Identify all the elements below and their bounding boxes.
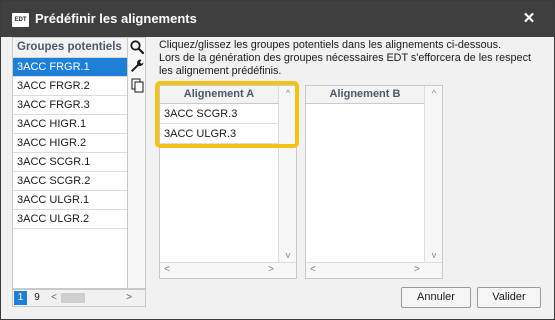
scroll-left-arrow[interactable]: < [310, 264, 316, 275]
page-current[interactable]: 1 [14, 291, 27, 305]
title-bar: EDT Prédéfinir les alignements ✕ [1, 1, 554, 37]
alignment-a-vertical-scrollbar[interactable]: ^ v [278, 86, 296, 262]
instruction-line-3: les alignement prédéfinis. [159, 65, 282, 77]
scroll-down-arrow[interactable]: v [279, 250, 297, 260]
alignment-b-header: Alignement B [306, 86, 424, 104]
validate-button[interactable]: Valider [477, 287, 541, 308]
groups-list-header: Groupes potentiels [13, 38, 127, 58]
list-item[interactable]: 3ACC HIGR.2 [13, 134, 127, 153]
scroll-right-arrow[interactable]: > [268, 264, 274, 275]
scroll-left-arrow[interactable]: < [164, 264, 170, 275]
list-item[interactable]: 3ACC SCGR.1 [13, 153, 127, 172]
alignment-b-horizontal-scrollbar[interactable]: < > [306, 262, 442, 278]
instructions-text: Cliquez/glissez les groupes potentiels d… [159, 39, 549, 78]
horizontal-scroll-thumb[interactable] [61, 293, 85, 303]
list-item[interactable]: 3ACC ULGR.1 [13, 191, 127, 210]
list-item[interactable]: 3ACC FRGR.2 [13, 77, 127, 96]
groups-list-footer: 1 9 < > [12, 289, 146, 307]
alignment-b-vertical-scrollbar[interactable]: ^ v [424, 86, 442, 262]
instruction-line-1: Cliquez/glissez les groupes potentiels d… [159, 39, 502, 51]
cancel-button[interactable]: Annuler [401, 287, 471, 308]
list-item[interactable]: 3ACC FRGR.3 [13, 96, 127, 115]
alignment-a-row[interactable]: 3ACC ULGR.3 [160, 125, 278, 144]
alignment-a-row[interactable]: 3ACC SCGR.3 [160, 105, 278, 124]
alignment-b-panel[interactable]: Alignement B ^ v < > [305, 85, 443, 279]
alignment-a-horizontal-scrollbar[interactable]: < > [160, 262, 296, 278]
close-button[interactable]: ✕ [519, 9, 539, 29]
scroll-up-arrow[interactable]: ^ [425, 88, 443, 98]
list-item[interactable]: 3ACC HIGR.1 [13, 115, 127, 134]
list-item[interactable]: 3ACC SCGR.2 [13, 172, 127, 191]
page-count[interactable]: 9 [31, 291, 43, 305]
side-toolbar [128, 37, 146, 289]
alignment-a-panel[interactable]: Alignement A 3ACC SCGR.3 3ACC ULGR.3 ^ v… [159, 85, 297, 279]
dialog-window: EDT Prédéfinir les alignements ✕ Groupes… [0, 0, 555, 320]
instruction-line-2: Lors de la génération des groupes nécess… [159, 52, 531, 64]
edt-app-icon: EDT [12, 13, 29, 27]
scroll-right-arrow[interactable]: > [414, 264, 420, 275]
scroll-left-arrow[interactable]: < [49, 291, 59, 305]
scroll-up-arrow[interactable]: ^ [279, 88, 297, 98]
alignment-a-header: Alignement A [160, 86, 278, 104]
copy-icon[interactable] [129, 77, 145, 93]
list-item[interactable]: 3ACC ULGR.2 [13, 210, 127, 229]
groups-list: Groupes potentiels 3ACC FRGR.1 3ACC FRGR… [12, 37, 128, 289]
dialog-title: Prédéfinir les alignements [35, 11, 197, 26]
search-icon[interactable] [129, 39, 145, 55]
list-item[interactable]: 3ACC FRGR.1 [13, 58, 127, 77]
scroll-right-arrow[interactable]: > [123, 291, 135, 305]
scroll-down-arrow[interactable]: v [425, 250, 443, 260]
wrench-icon[interactable] [129, 58, 145, 74]
